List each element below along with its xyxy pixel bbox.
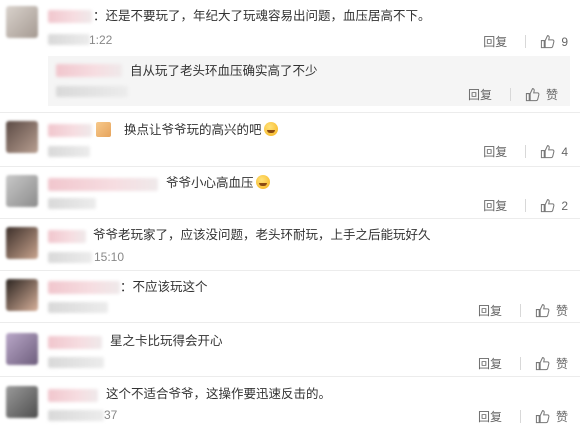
like-label: 赞 bbox=[555, 410, 568, 424]
thumbs-up-icon bbox=[525, 88, 540, 102]
divider bbox=[0, 112, 580, 113]
comment-actions: 回复 4 bbox=[483, 143, 568, 160]
timestamp-redacted bbox=[48, 357, 104, 368]
like-button[interactable]: 2 bbox=[540, 198, 568, 213]
timestamp: 15:10 bbox=[94, 250, 125, 264]
username[interactable] bbox=[48, 230, 86, 243]
divider bbox=[0, 166, 580, 167]
username[interactable] bbox=[48, 124, 92, 137]
reply-text: 自从玩了老头环血压确实高了不少 bbox=[130, 64, 318, 78]
like-count: 9 bbox=[561, 34, 568, 49]
avatar[interactable] bbox=[6, 6, 38, 38]
like-button[interactable]: 赞 bbox=[535, 302, 568, 319]
comment-actions: 回复 赞 bbox=[478, 355, 568, 372]
reply-button[interactable]: 回复 bbox=[478, 355, 502, 372]
divider bbox=[0, 322, 580, 323]
avatar[interactable] bbox=[6, 333, 38, 365]
divider bbox=[0, 270, 580, 271]
comment-actions: 回复 9 bbox=[483, 33, 568, 50]
laughing-emoji-icon bbox=[263, 122, 278, 136]
like-button[interactable]: 赞 bbox=[525, 86, 558, 103]
comment-text: ：还是不要玩了，年纪大了玩魂容易出问题，血压居高不下。 bbox=[93, 9, 431, 23]
reply-button[interactable]: 回复 bbox=[478, 408, 502, 425]
timestamp: 37 bbox=[104, 408, 118, 422]
reply-button[interactable]: 回复 bbox=[478, 302, 502, 319]
like-button[interactable]: 9 bbox=[540, 34, 568, 49]
username[interactable] bbox=[48, 336, 102, 349]
action-separator bbox=[525, 35, 527, 48]
action-separator bbox=[525, 145, 527, 158]
thumbs-up-icon bbox=[535, 304, 550, 318]
nested-reply: 自从玩了老头环血压确实高了不少 回复 赞 bbox=[48, 56, 570, 106]
comment-text: 爷爷老玩家了，应该没问题，老头环耐玩，上手之后能玩好久 bbox=[93, 228, 431, 242]
username[interactable] bbox=[48, 10, 92, 23]
comment-actions: 回复 赞 bbox=[478, 408, 568, 425]
avatar[interactable] bbox=[6, 175, 38, 207]
thumbs-up-icon bbox=[541, 145, 555, 159]
action-separator bbox=[519, 357, 521, 370]
divider bbox=[0, 218, 580, 219]
username[interactable] bbox=[56, 64, 122, 77]
timestamp-redacted bbox=[48, 410, 104, 421]
comment-text: ：不应该玩这个 bbox=[120, 280, 208, 294]
comment-actions: 回复 2 bbox=[483, 197, 568, 214]
comment-actions: 回复 赞 bbox=[478, 302, 568, 319]
avatar[interactable] bbox=[6, 227, 38, 259]
timestamp: 1:22 bbox=[89, 33, 113, 47]
reply-button[interactable]: 回复 bbox=[468, 86, 492, 103]
thumbs-up-icon bbox=[535, 357, 550, 371]
avatar[interactable] bbox=[6, 279, 38, 311]
like-label: 赞 bbox=[555, 357, 568, 371]
username[interactable] bbox=[48, 178, 158, 191]
comment-text-content: 爷爷小心高血压 bbox=[166, 176, 254, 190]
thumbs-up-icon bbox=[541, 35, 555, 49]
comment-text-content: 换点让爷爷玩的高兴的吧 bbox=[124, 123, 262, 137]
timestamp-redacted bbox=[48, 302, 108, 313]
like-button[interactable]: 赞 bbox=[535, 355, 568, 372]
action-separator bbox=[525, 199, 527, 212]
thumbs-up-icon bbox=[541, 199, 555, 213]
username[interactable] bbox=[48, 389, 98, 402]
action-separator bbox=[519, 410, 521, 423]
timestamp-redacted bbox=[48, 252, 92, 263]
like-count: 2 bbox=[561, 198, 568, 213]
divider bbox=[0, 376, 580, 377]
sticker-icon bbox=[96, 122, 111, 137]
like-label: 赞 bbox=[555, 304, 568, 318]
like-button[interactable]: 4 bbox=[540, 144, 568, 159]
comment-text: 这个不适合爷爷，这操作要迅速反击的。 bbox=[106, 387, 332, 401]
action-separator bbox=[519, 304, 521, 317]
comment-text: 爷爷小心高血压 bbox=[166, 175, 270, 191]
timestamp-redacted bbox=[48, 146, 90, 157]
timestamp-redacted bbox=[56, 86, 128, 97]
action-separator bbox=[509, 88, 511, 101]
timestamp-redacted bbox=[48, 198, 96, 209]
reply-button[interactable]: 回复 bbox=[483, 33, 507, 50]
timestamp-redacted bbox=[48, 34, 90, 45]
like-button[interactable]: 赞 bbox=[535, 408, 568, 425]
avatar[interactable] bbox=[6, 121, 38, 153]
thumbs-up-icon bbox=[535, 410, 550, 424]
like-count: 4 bbox=[561, 144, 568, 159]
reply-button[interactable]: 回复 bbox=[483, 197, 507, 214]
comment-text: 星之卡比玩得会开心 bbox=[110, 334, 223, 348]
like-label: 赞 bbox=[545, 88, 558, 102]
laughing-emoji-icon bbox=[255, 175, 270, 189]
reply-button[interactable]: 回复 bbox=[483, 143, 507, 160]
comment-text: 换点让爷爷玩的高兴的吧 bbox=[124, 122, 278, 138]
reply-actions: 回复 赞 bbox=[468, 86, 558, 103]
username[interactable] bbox=[48, 281, 120, 294]
avatar[interactable] bbox=[6, 386, 38, 418]
